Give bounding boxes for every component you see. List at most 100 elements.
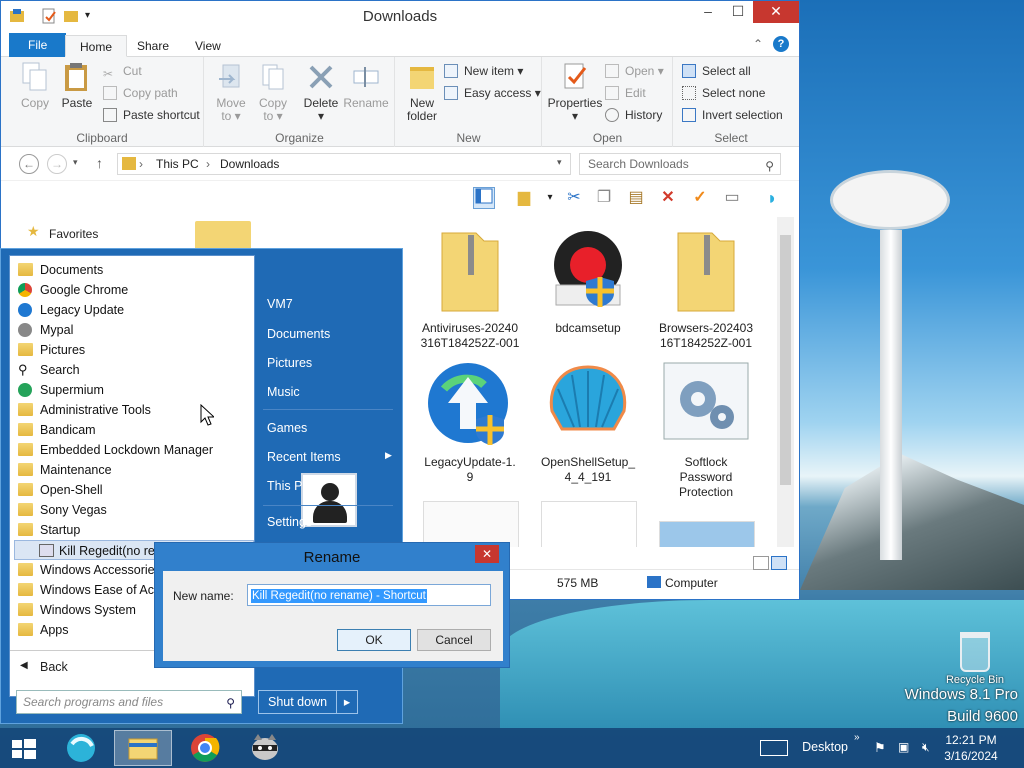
start-button[interactable] (0, 730, 48, 766)
place-this-pc[interactable]: This PC (267, 479, 311, 493)
file-item[interactable]: Antiviruses-20240 316T184252Z-001 (415, 225, 525, 351)
tab-view[interactable]: View (181, 35, 235, 57)
place-user[interactable]: VM7 (267, 297, 293, 311)
new-item-button[interactable]: New item ▾ (444, 61, 523, 81)
forward-arrow-icon[interactable]: → (47, 154, 67, 174)
easy-access-button[interactable]: Easy access ▾ (444, 83, 541, 103)
program-item[interactable]: Supermium (18, 380, 254, 400)
toolbar-overflow-icon[interactable]: » (854, 732, 860, 743)
open-button[interactable]: Open ▾ (605, 61, 664, 81)
select-none-button[interactable]: Select none (682, 83, 765, 103)
touch-keyboard-icon[interactable] (760, 740, 788, 756)
place-recent-items[interactable]: Recent Items (267, 450, 341, 464)
vertical-scrollbar[interactable] (777, 217, 794, 547)
breadcrumb-downloads[interactable]: Downloads (220, 154, 279, 174)
address-field[interactable]: › This PC › Downloads (117, 153, 571, 175)
delete-button[interactable]: Delete ▾ (301, 61, 341, 123)
copy-button[interactable]: Copy (15, 61, 55, 110)
shutdown-arrow-icon[interactable]: ▸ (336, 690, 358, 714)
edit-button[interactable]: Edit (605, 83, 646, 103)
program-item[interactable]: Administrative Tools (18, 400, 254, 420)
title-bar[interactable]: ▾ Downloads – ☐ ✕ (1, 1, 799, 33)
taskbar-chrome[interactable] (176, 730, 234, 766)
program-item[interactable]: Pictures (18, 340, 254, 360)
action-center-flag-icon[interactable]: ⚑ (874, 740, 886, 756)
minimize-button[interactable]: – (693, 1, 723, 23)
recent-locations-icon[interactable]: ▾ (73, 157, 78, 168)
properties-check-icon[interactable]: ✓ (689, 187, 711, 209)
place-music[interactable]: Music (267, 385, 300, 399)
folder-options-dropdown-icon[interactable]: ▾ (539, 187, 561, 209)
file-item[interactable]: LegacyUpdate-1. 9 (415, 359, 525, 485)
network-icon[interactable]: ▣ (898, 740, 909, 754)
place-games[interactable]: Games (267, 421, 307, 435)
cancel-button[interactable]: Cancel (417, 629, 491, 651)
properties-button[interactable]: Properties ▾ (545, 61, 605, 123)
copy-icon[interactable]: ❐ (593, 187, 615, 209)
select-all-button[interactable]: Select all (682, 61, 751, 81)
rename-button[interactable]: Rename (343, 61, 389, 110)
breadcrumb-this-pc[interactable]: This PC (156, 154, 199, 174)
folder-options-icon[interactable]: ▆ (513, 187, 535, 209)
cut-button[interactable]: ✂ Cut (103, 61, 142, 81)
invert-selection-button[interactable]: Invert selection (682, 105, 783, 125)
search-input[interactable]: Search Downloads ⚲ (579, 153, 781, 175)
ribbon-collapse-icon[interactable]: ⌃ (753, 37, 763, 51)
back-arrow-icon[interactable]: ← (19, 154, 39, 174)
copy-path-button[interactable]: Copy path (103, 83, 178, 103)
open-shell-icon[interactable]: ◗ (761, 187, 783, 209)
up-arrow-icon[interactable]: ↑ (96, 155, 103, 171)
dialog-close-button[interactable]: ✕ (475, 545, 499, 563)
tab-share[interactable]: Share (123, 35, 183, 57)
taskbar-file-explorer[interactable] (114, 730, 172, 766)
recycle-bin[interactable]: Recycle Bin (942, 632, 1008, 686)
program-item[interactable]: Maintenance (18, 460, 254, 480)
place-documents[interactable]: Documents (267, 327, 330, 341)
file-item[interactable]: Browsers-202403 16T184252Z-001 (651, 225, 761, 351)
desktop-toolbar-label[interactable]: Desktop (802, 740, 848, 754)
paste-button[interactable]: Paste (57, 61, 97, 110)
program-item[interactable]: Legacy Update (18, 300, 254, 320)
program-item[interactable]: ⚲ Search (18, 360, 254, 380)
program-item[interactable]: Open-Shell (18, 480, 254, 500)
program-item[interactable]: Google Chrome (18, 280, 254, 300)
clock[interactable]: 12:21 PM 3/16/2024 (936, 732, 1006, 764)
file-item-partial[interactable] (659, 521, 755, 547)
ok-button[interactable]: OK (337, 629, 411, 651)
program-item[interactable]: Documents (18, 260, 254, 280)
new-folder-button[interactable]: New folder (402, 61, 442, 123)
history-button[interactable]: History (605, 105, 662, 125)
start-search-input[interactable]: Search programs and files ⚲ (16, 690, 242, 714)
tab-file[interactable]: File (9, 33, 67, 57)
close-button[interactable]: ✕ (753, 1, 799, 23)
large-icons-view-icon[interactable] (771, 556, 787, 570)
taskbar-mypal[interactable] (236, 730, 294, 766)
shutdown-button[interactable]: Shut down ▸ (258, 690, 358, 714)
move-to-button[interactable]: Move to ▾ (211, 61, 251, 123)
file-item[interactable]: OpenShellSetup_ 4_4_191 (533, 359, 643, 485)
nav-favorites[interactable]: Favorites (49, 227, 98, 241)
program-item[interactable]: Startup (18, 520, 254, 540)
program-item[interactable]: Embedded Lockdown Manager (18, 440, 254, 460)
help-icon[interactable]: ? (773, 36, 789, 52)
program-item[interactable]: Mypal (18, 320, 254, 340)
place-settings[interactable]: Settings (267, 515, 312, 529)
paste-icon[interactable]: ▤ (625, 187, 647, 209)
program-item[interactable]: Sony Vegas (18, 500, 254, 520)
back-button[interactable]: ◀ Back (18, 660, 68, 674)
delete-icon[interactable]: ✕ (657, 187, 679, 209)
preview-pane-icon[interactable] (473, 187, 495, 209)
copy-to-button[interactable]: Copy to ▾ (253, 61, 293, 123)
file-item[interactable]: Softlock Password Protection (651, 359, 761, 500)
address-dropdown-icon[interactable]: ▾ (557, 157, 562, 168)
program-item[interactable]: Bandicam (18, 420, 254, 440)
rename-icon[interactable]: ▭ (721, 187, 743, 209)
file-item[interactable]: bdcamsetup (533, 225, 643, 336)
file-item-partial[interactable] (423, 501, 519, 547)
volume-muted-icon[interactable]: 🔇︎ (922, 740, 930, 755)
scrollbar-thumb[interactable] (780, 235, 791, 485)
taskbar-open-shell[interactable] (52, 730, 110, 766)
paste-shortcut-button[interactable]: Paste shortcut (103, 105, 200, 125)
maximize-button[interactable]: ☐ (723, 1, 753, 23)
place-pictures[interactable]: Pictures (267, 356, 312, 370)
